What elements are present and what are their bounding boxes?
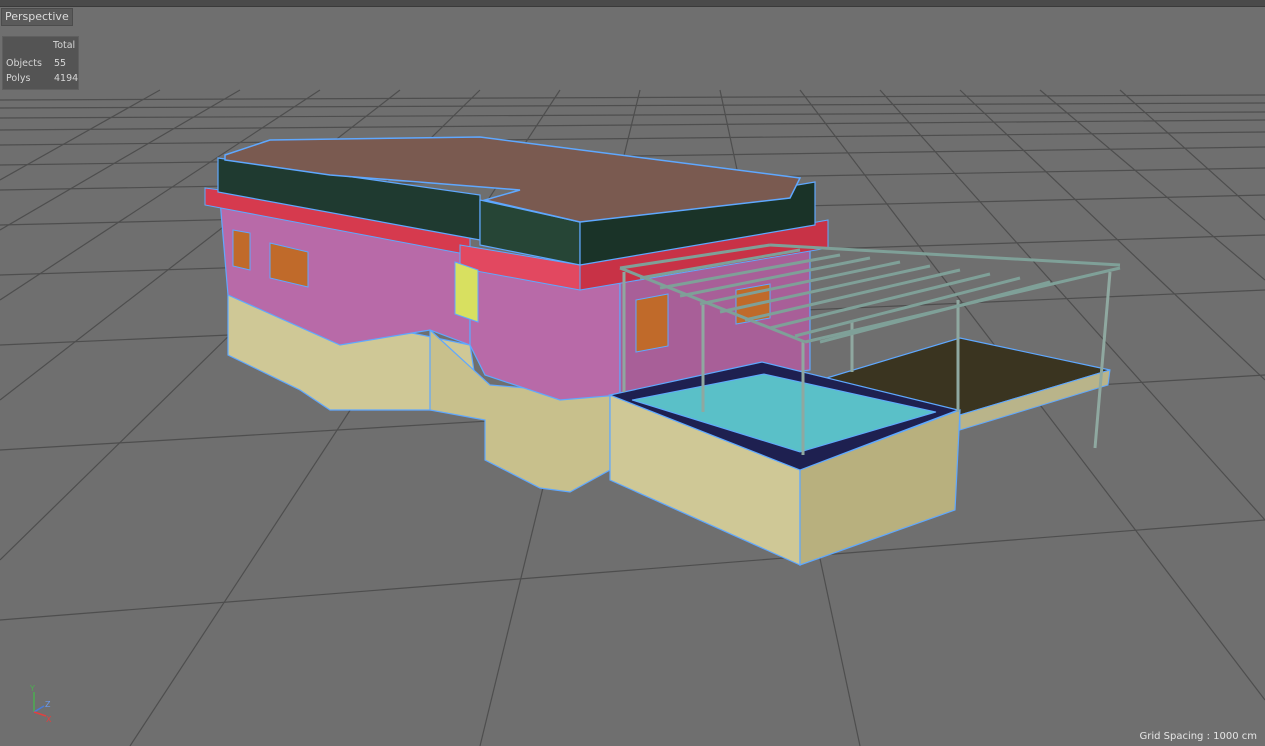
- window-4: [635, 293, 669, 353]
- 3d-viewport[interactable]: [0, 0, 1265, 746]
- stats-header: Total: [53, 40, 76, 51]
- camera-menu-label[interactable]: Perspective: [1, 8, 73, 26]
- window-3: [454, 261, 479, 323]
- axis-label-z: Z: [45, 700, 51, 709]
- axis-label-y: Y: [29, 684, 35, 693]
- stats-overlay: Total Objects 55 Polys 4194: [2, 36, 79, 90]
- viewport-top-strip: [0, 0, 1265, 7]
- window-1: [232, 229, 251, 271]
- stats-objects-label: Objects: [6, 58, 42, 69]
- stats-polys-label: Polys: [6, 73, 31, 84]
- stats-objects-value: 55: [54, 58, 67, 69]
- grid-spacing-readout: Grid Spacing : 1000 cm: [1139, 731, 1257, 742]
- axis-label-x: X: [46, 715, 52, 724]
- stats-polys-value: 4194: [54, 73, 79, 84]
- axis-gizmo-icon: Y Z X: [29, 684, 52, 724]
